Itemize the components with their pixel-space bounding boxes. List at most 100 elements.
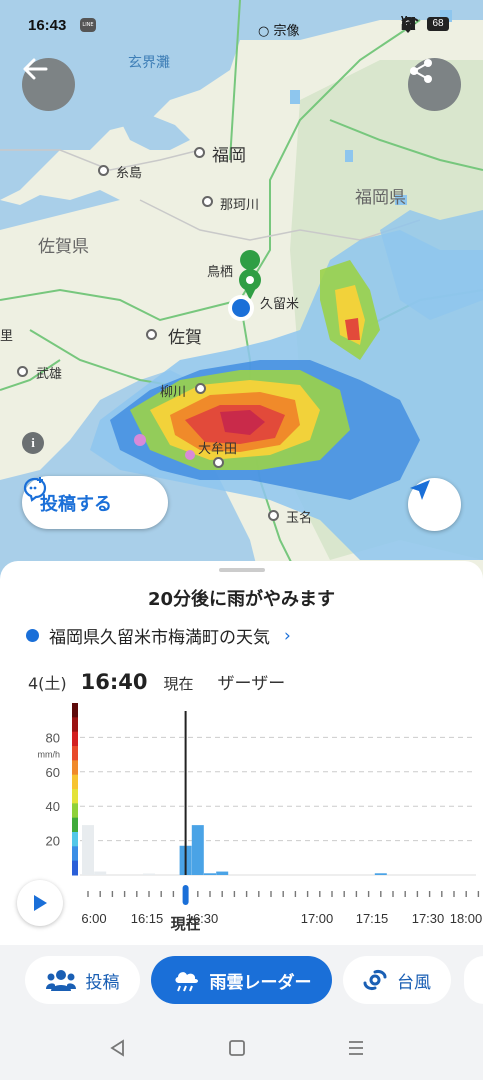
post-button-label: 投稿する (40, 493, 112, 515)
color-scale-segment (72, 832, 78, 847)
city-dot-omuta (213, 457, 224, 468)
map-label-fukuoka-pref: 福岡県 (355, 188, 406, 208)
place-link[interactable]: 福岡県久留米市梅満町の天気 › (26, 623, 291, 648)
rain-bar (191, 825, 204, 875)
tab-typhoon-label: 台風 (397, 972, 431, 993)
bottom-tab-bar: 投稿 雨雲レーダー 台風 (0, 945, 483, 1015)
current-location-button[interactable] (408, 478, 461, 531)
back-button[interactable] (22, 58, 75, 111)
time-row: 4(土) 16:40 現在 ザーザー (28, 669, 285, 694)
map-label-tamana: 玉名 (286, 511, 313, 526)
map-label-genkai-sea: 玄界灘 (128, 55, 170, 71)
nav-home-icon (229, 1040, 245, 1056)
rain-status-label: ザーザー (217, 674, 286, 694)
status-carrier-label: ○ 宗像 (258, 24, 300, 39)
date-label: 4(土) (28, 674, 67, 693)
timeline-label: 16:15 (131, 911, 164, 926)
chevron-right-icon: › (284, 625, 291, 646)
share-button[interactable] (408, 58, 461, 111)
now-label: 現在 (163, 675, 194, 693)
color-scale-segment (72, 731, 78, 747)
time-label: 16:40 (80, 670, 148, 694)
info-icon[interactable]: i (22, 432, 44, 454)
city-dot-fukuoka (194, 147, 205, 158)
color-scale-segment (72, 846, 78, 862)
chat-bubble-plus-icon (23, 477, 47, 502)
play-button[interactable] (17, 880, 63, 926)
destination-pin (239, 250, 261, 300)
tab-post[interactable]: 投稿 (25, 956, 140, 1004)
tab-post-label: 投稿 (85, 972, 120, 993)
map-label-itoshima: 糸島 (116, 166, 143, 181)
carrier-text: 宗像 (273, 24, 300, 39)
map-label-ri: 里 (0, 329, 14, 344)
share-icon (410, 59, 432, 83)
line-notification-icon: LINE (80, 18, 96, 32)
typhoon-icon (363, 970, 387, 990)
map-label-tosu: 鳥栖 (207, 265, 234, 280)
tab-rain-radar-label: 雨雲レーダー (209, 972, 312, 993)
status-time: 16:43 (28, 17, 67, 34)
weather-sheet[interactable]: 20分後に雨がやみます 福岡県久留米市梅満町の天気 › 4(土) 16:40 現… (0, 561, 483, 945)
timeline-slider-thumb (182, 885, 189, 905)
timeline-label: 6:00 (81, 911, 106, 926)
city-dot-tamana (268, 510, 279, 521)
location-dot-icon (26, 629, 39, 642)
map-label-nakagawa: 那珂川 (220, 198, 260, 213)
radar-map[interactable]: 玄界灘 福岡 糸島 那珂川 佐賀県 福岡県 鳥栖 久留米 佐賀 里 武雄 柳川 … (0, 0, 483, 580)
rainfall-chart[interactable]: 20406080mm/h6:00 16:15 16:30現在 17:00 17:15 17… (0, 701, 483, 945)
rain-bar (374, 873, 387, 875)
rain-bar (82, 825, 94, 875)
post-report-button[interactable]: 投稿する (22, 476, 168, 529)
place-name: 福岡県久留米市梅満町の天気 (49, 628, 270, 648)
color-scale-segment (72, 803, 78, 819)
map-label-saga-pref: 佐賀県 (38, 237, 89, 257)
nav-home-button[interactable] (222, 1033, 252, 1063)
system-nav-bar (0, 1015, 483, 1080)
rain-forecast-headline: 20分後に雨がやみます (147, 589, 336, 610)
timeline-label: 現在 (171, 915, 201, 933)
color-scale-segment (72, 760, 78, 776)
timeline-label: 17:00 (301, 911, 334, 926)
nav-menu-icon (349, 1041, 363, 1055)
city-dot-nakagawa (202, 196, 213, 207)
sheet-drag-handle[interactable] (219, 568, 265, 572)
color-scale-segment (72, 789, 78, 804)
timeline-label: 18:00 (450, 911, 483, 926)
city-dot-yanagawa (195, 383, 206, 394)
color-scale-segment (72, 774, 78, 790)
timeline-label: 17:15 (356, 911, 389, 926)
tab-more[interactable] (464, 956, 483, 1004)
battery-icon: 68 (427, 17, 449, 31)
nav-back-button[interactable] (103, 1033, 133, 1063)
color-scale-segment (72, 817, 78, 833)
rain-bar (216, 871, 229, 875)
y-tick-label: 40 (46, 799, 60, 814)
color-scale-segment (72, 703, 78, 718)
nav-back-icon (110, 1039, 124, 1057)
nav-recents-button[interactable] (341, 1033, 371, 1063)
rain-cloud-icon (174, 972, 198, 992)
color-scale-segment (72, 746, 78, 761)
rain-bar (94, 871, 107, 875)
city-dot-saga (146, 329, 157, 340)
tab-typhoon[interactable]: 台風 (343, 956, 451, 1004)
play-icon (34, 895, 47, 911)
map-label-saga: 佐賀 (168, 328, 202, 348)
tab-rain-radar[interactable]: 雨雲レーダー (151, 956, 332, 1004)
color-scale-segment (72, 860, 78, 876)
timeline-label: 17:30 (412, 911, 445, 926)
map-label-fukuoka: 福岡 (212, 146, 246, 166)
map-label-omuta: 大牟田 (198, 442, 238, 457)
color-scale-segment (72, 717, 78, 733)
city-dot-takeo (17, 366, 28, 377)
y-tick-label: 20 (46, 834, 60, 849)
y-unit-label: mm/h (38, 749, 61, 759)
people-icon (45, 970, 76, 991)
rain-bar (204, 873, 216, 875)
rain-bar (143, 873, 155, 875)
y-tick-label: 80 (46, 730, 60, 745)
map-label-yanagawa: 柳川 (160, 385, 187, 400)
map-label-kurume: 久留米 (260, 297, 300, 312)
city-dot-itoshima (98, 165, 109, 176)
